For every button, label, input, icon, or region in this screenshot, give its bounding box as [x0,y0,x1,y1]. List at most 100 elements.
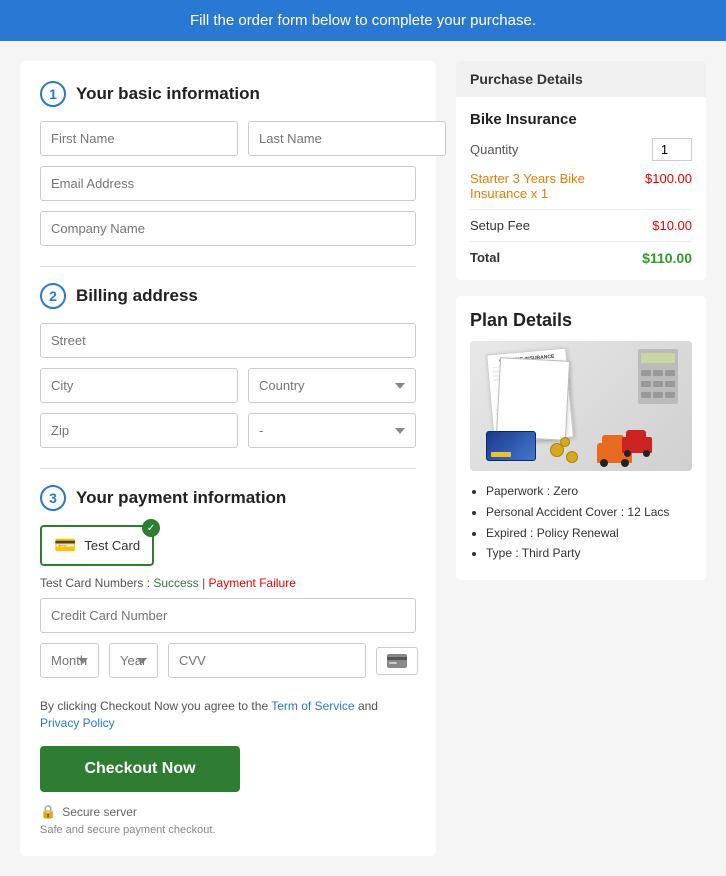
plan-details-card: Plan Details CAR/BIKE INSURANCE [456,296,706,580]
doc-back [496,357,570,441]
payment-bottom-row: Month Year [40,643,416,678]
checkout-button[interactable]: Checkout Now [40,746,240,792]
purchase-details-card: Purchase Details Bike Insurance Quantity… [456,61,706,280]
quantity-row: Quantity [470,138,692,161]
right-panel: Purchase Details Bike Insurance Quantity… [456,61,706,856]
test-card-info: Test Card Numbers : Success | Payment Fa… [40,576,416,590]
country-select[interactable]: Country [248,368,416,403]
plan-image: CAR/BIKE INSURANCE [470,341,692,471]
credit-card-row [40,598,416,633]
banner-text: Fill the order form below to complete yo… [190,12,536,29]
quantity-label: Quantity [470,142,518,157]
chip [491,452,511,457]
calc-display [641,353,675,363]
calc-btn-7 [641,392,651,398]
month-select[interactable]: Month [40,643,99,678]
calc-btn-3 [665,370,675,376]
divider-1 [40,266,416,267]
year-select[interactable]: Year [109,643,158,678]
section1-title: Your basic information [76,84,260,104]
item-name: Starter 3 Years Bike Insurance x 1 [470,171,645,201]
secure-row: 🔒 Secure server [40,804,416,820]
card-option[interactable]: 💳 Test Card ✓ [40,525,154,566]
section2-title: Billing address [76,286,198,306]
quantity-input[interactable] [652,138,692,161]
terms-and: and [358,699,378,713]
left-panel: 1 Your basic information 2 [20,61,436,856]
safe-text: Safe and secure payment checkout. [40,824,416,836]
card-svg-icon [387,654,407,668]
last-name-input[interactable] [248,121,446,156]
zip-input[interactable] [40,413,238,448]
item-row: Starter 3 Years Bike Insurance x 1 $100.… [470,171,692,210]
tos-link[interactable]: Term of Service [271,699,354,713]
car-wheel-r [621,459,629,467]
calc-btn-9 [665,392,675,398]
state-select[interactable]: - [248,413,416,448]
section-billing: 2 Billing address Country - [40,283,416,448]
page-wrapper: Fill the order form below to complete yo… [0,0,726,876]
feature-3: Expired : Policy Renewal [486,525,692,542]
terms-text: By clicking Checkout Now you agree to th… [40,698,416,732]
success-link[interactable]: Success [153,576,198,590]
total-label: Total [470,250,500,266]
email-input[interactable] [40,166,416,201]
city-input[interactable] [40,368,238,403]
total-price: $110.00 [642,250,692,266]
section3-number: 3 [40,485,66,511]
purchase-details-body: Bike Insurance Quantity Starter 3 Years … [456,97,706,280]
total-row: Total $110.00 [470,250,692,266]
car-top [602,435,624,444]
setup-fee-label: Setup Fee [470,218,530,233]
calc-btn-8 [653,392,663,398]
calc-btn-6 [665,381,675,387]
section1-header: 1 Your basic information [40,81,416,107]
car-wheel-l [600,459,608,467]
card-icon: 💳 [54,535,76,556]
main-content: 1 Your basic information 2 [0,41,726,876]
test-card-prefix: Test Card Numbers : [40,576,153,590]
first-name-input[interactable] [40,121,238,156]
section-payment: 3 Your payment information 💳 Test Card ✓… [40,485,416,678]
street-row [40,323,416,358]
feature-2: Personal Accident Cover : 12 Lacs [486,504,692,521]
terms-prefix: By clicking Checkout Now you agree to th… [40,699,271,713]
section2-header: 2 Billing address [40,283,416,309]
top-banner: Fill the order form below to complete yo… [0,0,726,41]
email-row [40,166,416,201]
calc-btn-4 [641,381,651,387]
setup-fee-row: Setup Fee $10.00 [470,218,692,242]
car2-wheel-r [643,450,650,457]
calculator [638,349,678,404]
plan-image-inner: CAR/BIKE INSURANCE [470,341,692,471]
plan-features-list: Paperwork : Zero Personal Accident Cover… [470,483,692,562]
car2-wheel-l [624,450,631,457]
zip-state-row: - [40,413,416,448]
cvv-input[interactable] [168,643,366,678]
item-price: $100.00 [645,171,692,201]
section1-number: 1 [40,81,66,107]
street-input[interactable] [40,323,416,358]
card-check-icon: ✓ [142,519,160,537]
company-name-input[interactable] [40,211,416,246]
card-label: Test Card [84,538,140,553]
car-red [622,437,652,453]
purchase-details-header: Purchase Details [456,61,706,97]
car2-top [626,430,646,438]
cvv-card-icon [376,647,418,675]
section-basic-info: 1 Your basic information [40,81,416,246]
company-row [40,211,416,246]
failure-link[interactable]: Payment Failure [209,576,296,590]
divider-2 [40,468,416,469]
feature-1: Paperwork : Zero [486,483,692,500]
setup-fee-price: $10.00 [652,218,692,233]
coin-3 [566,451,578,463]
city-country-row: Country [40,368,416,403]
coin-2 [560,437,570,447]
privacy-link[interactable]: Privacy Policy [40,716,115,730]
calc-btn-5 [653,381,663,387]
secure-label: Secure server [62,805,137,819]
credit-card-visual [486,431,536,461]
credit-card-input[interactable] [40,598,416,633]
calc-btn-1 [641,370,651,376]
